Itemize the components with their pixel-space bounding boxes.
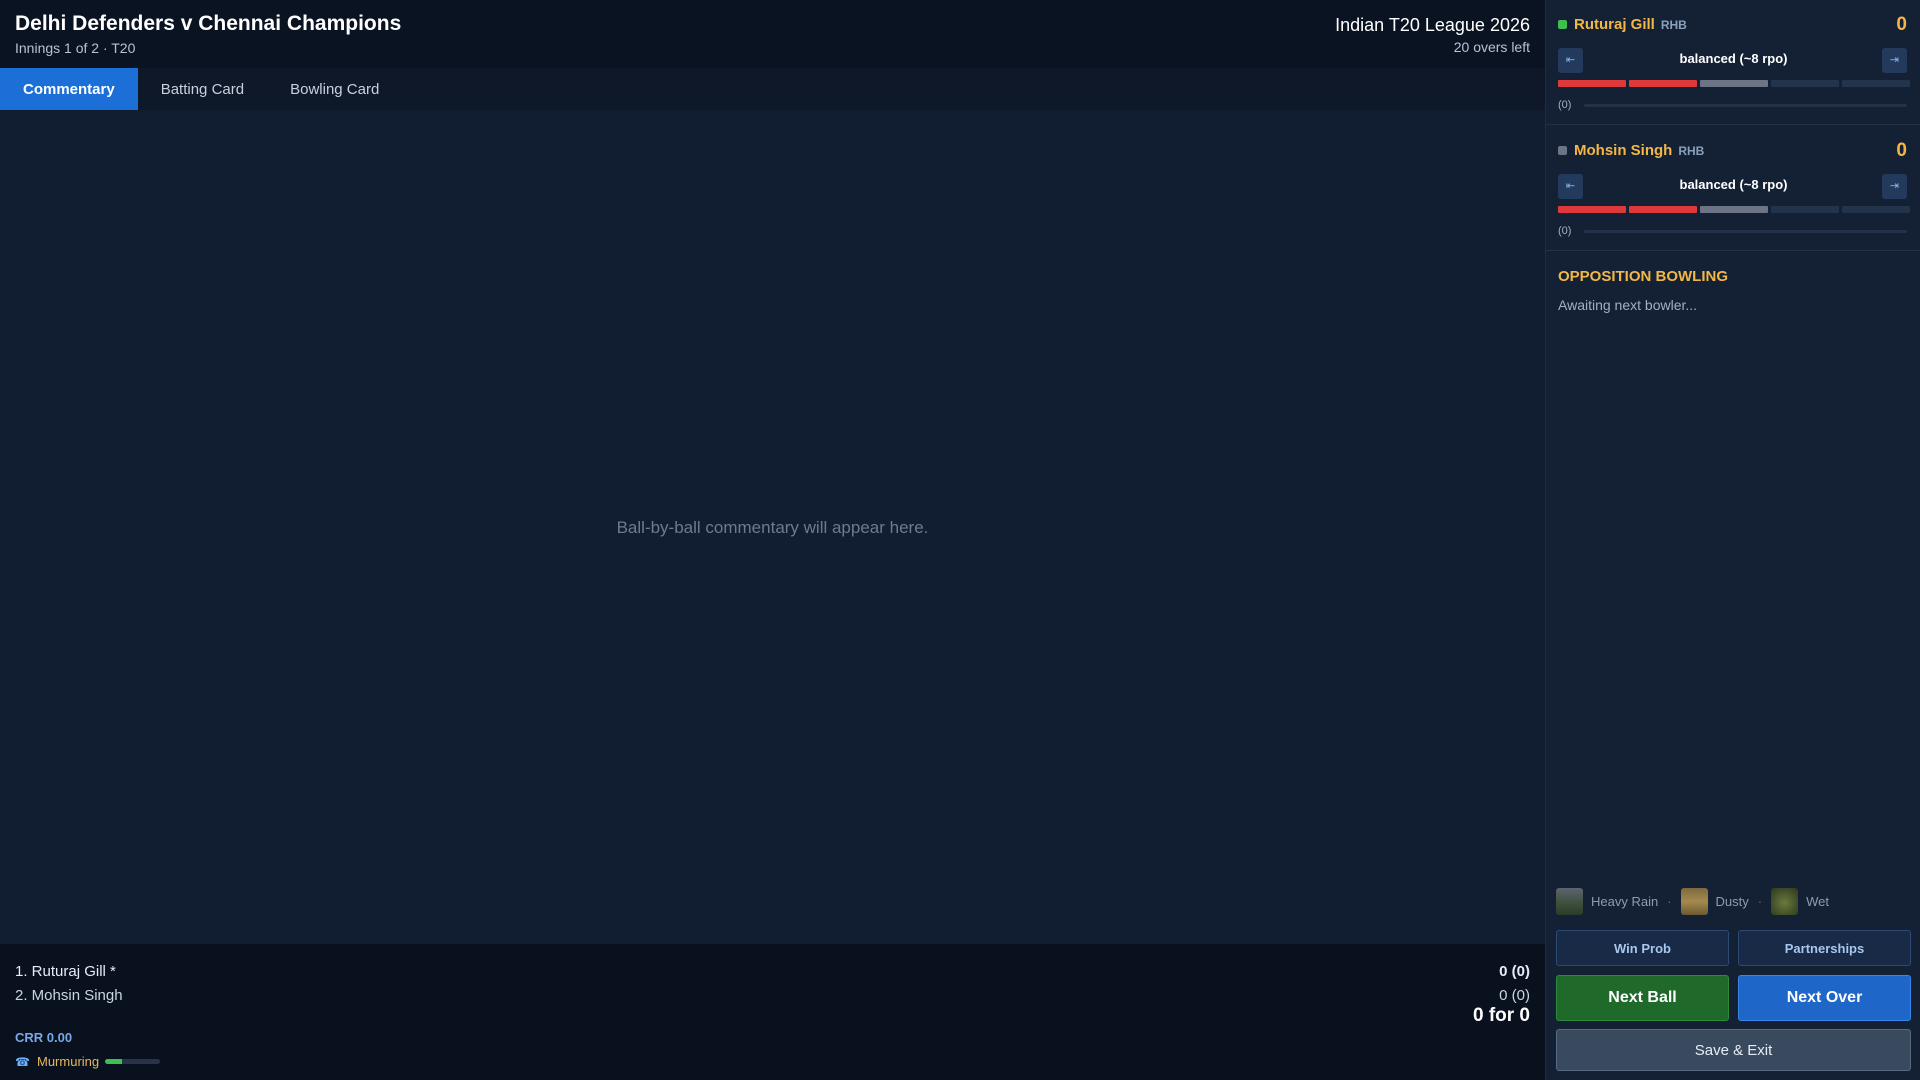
tab-bowling-card[interactable]: Bowling Card [267,68,402,110]
on-strike-indicator [1558,146,1567,155]
match-header: Delhi Defenders v Chennai Champions Inni… [0,0,1545,68]
tab-commentary[interactable]: Commentary [0,68,138,110]
tab-bar: Commentary Batting Card Bowling Card [0,68,1545,110]
match-title: Delhi Defenders v Chennai Champions [15,12,402,35]
batting-hand: RHB [1678,144,1705,158]
aggression-segment [1629,80,1697,87]
batting-hand: RHB [1660,18,1687,32]
aggression-segment [1558,80,1626,87]
match-conditions: Heavy Rain · Dusty · Wet [1556,888,1829,915]
aggression-segment [1771,80,1839,87]
decrease-aggression-button[interactable]: ⇤ [1558,174,1583,199]
progress-track [1584,230,1907,233]
aggression-segment [1629,206,1697,213]
next-over-button[interactable]: Next Over [1738,975,1911,1021]
decrease-aggression-button[interactable]: ⇤ [1558,48,1583,73]
league-name: Indian T20 League 2026 [1335,15,1530,35]
batter-1-name: 1. Ruturaj Gill * [15,963,116,980]
batter-name: Mohsin Singh RHB [1574,142,1705,159]
next-ball-button[interactable]: Next Ball [1556,975,1729,1021]
increase-aggression-button[interactable]: ⇥ [1882,48,1907,73]
increase-aggression-button[interactable]: ⇥ [1882,174,1907,199]
batter-panel-mohsin-singh: Mohsin Singh RHB 0 ⇤ balanced (~8 rpo) ⇥ … [1546,126,1920,251]
batter-panel-ruturaj-gill: Ruturaj Gill RHB 0 ⇤ balanced (~8 rpo) ⇥ … [1546,0,1920,125]
wet-outfield-icon [1771,888,1799,915]
main-area: Delhi Defenders v Chennai Champions Inni… [0,0,1545,1080]
on-strike-indicator [1558,20,1567,29]
crowd-icon: ☎ [15,1054,30,1069]
tab-batting-card[interactable]: Batting Card [138,68,267,110]
condition-pitch: Dusty [1715,894,1749,909]
aggression-segment [1842,206,1910,213]
dusty-pitch-icon [1680,888,1708,915]
batter-2-name: 2. Mohsin Singh [15,987,123,1004]
innings-info: Innings 1 of 2 · T20 [15,40,136,56]
crowd-mood-fill [105,1059,122,1064]
batting-mode: balanced (~8 rpo) [1679,177,1788,192]
batting-mode: balanced (~8 rpo) [1679,51,1788,66]
separator: · [1667,894,1672,909]
scoreboard: 1. Ruturaj Gill * 2. Mohsin Singh 0 (0) … [0,944,1545,1080]
separator: · [1757,894,1763,909]
team-total: 0 for 0 [1472,1005,1530,1026]
crowd-mood: ☎ Murmuring [15,1054,161,1069]
save-exit-button[interactable]: Save & Exit [1556,1029,1911,1071]
commentary-placeholder: Ball-by-ball commentary will appear here… [616,518,929,537]
aggression-segment [1558,206,1626,213]
balls-count: (0) [1558,99,1572,111]
sidebar: Ruturaj Gill RHB 0 ⇤ balanced (~8 rpo) ⇥ … [1545,0,1920,1080]
batter-runs: 0 [1896,140,1907,161]
aggression-segment [1842,80,1910,87]
crowd-mood-bar [105,1059,161,1064]
aggression-segment [1700,80,1768,87]
aggression-segment [1700,206,1768,213]
opposition-bowling-title: OPPOSITION BOWLING [1558,268,1729,285]
current-run-rate: CRR 0.00 [15,1030,73,1045]
heavy-rain-icon [1556,888,1583,915]
condition-weather: Heavy Rain [1591,894,1659,909]
crowd-mood-label: Murmuring [37,1054,100,1069]
aggression-segment [1771,206,1839,213]
opposition-bowling-status: Awaiting next bowler... [1558,297,1698,313]
batter-name: Ruturaj Gill RHB [1574,16,1687,33]
balls-count: (0) [1558,225,1572,237]
overs-left: 20 overs left [1453,39,1530,55]
win-prob-button[interactable]: Win Prob [1556,930,1729,966]
batter-runs: 0 [1896,14,1907,35]
partnerships-button[interactable]: Partnerships [1738,930,1911,966]
batter-1-score: 0 (0) [1499,963,1530,980]
condition-outfield: Wet [1806,894,1830,909]
batter-2-score: 0 (0) [1499,987,1530,1004]
progress-track [1584,104,1907,107]
